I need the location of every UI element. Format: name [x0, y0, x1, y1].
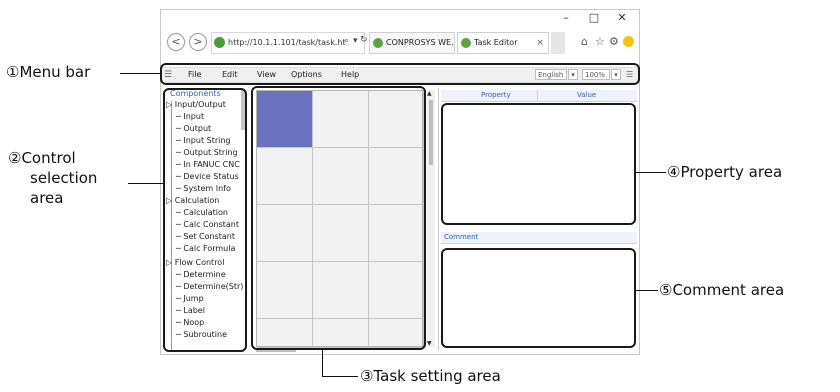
favorites-star-icon[interactable]: ☆	[595, 35, 605, 48]
task-setting-leader-v	[322, 350, 323, 376]
maximize-button[interactable]: □	[585, 11, 603, 25]
property-leader	[636, 172, 666, 173]
new-tab-button[interactable]	[551, 32, 565, 54]
smiley-icon[interactable]	[623, 36, 634, 47]
control-selection-callout	[163, 88, 247, 352]
control-selection-leader	[128, 183, 163, 184]
menu-bar-callout	[160, 63, 640, 85]
task-setting-leader-h	[322, 376, 358, 377]
address-bar[interactable]: http://10.1.1.101/task/task.ht	[211, 32, 365, 54]
task-setting-label: ③Task setting area	[360, 367, 501, 385]
panel-divider	[438, 88, 439, 350]
property-label: ④Property area	[667, 163, 783, 181]
comment-header: Comment	[441, 232, 637, 244]
close-tab-icon[interactable]: ×	[536, 33, 544, 53]
grid-scrollbar[interactable]: ▲ ▼	[427, 90, 435, 347]
task-setting-callout	[251, 86, 426, 350]
property-callout	[441, 103, 636, 225]
address-search-icon[interactable]: ⌕	[344, 36, 349, 46]
scroll-up-icon[interactable]: ▲	[427, 90, 432, 97]
site-icon	[373, 38, 383, 48]
value-column-header: Value	[577, 91, 597, 99]
header-divider	[537, 90, 538, 101]
back-button[interactable]: <	[167, 33, 185, 51]
scroll-down-icon[interactable]: ▼	[427, 340, 432, 347]
site-icon	[214, 37, 225, 48]
control-selection-label-3: area	[30, 189, 64, 207]
tab-label: CONPROSYS WE...	[386, 38, 455, 47]
title-bar: – □ ✕	[161, 10, 639, 28]
menu-bar-leader	[120, 73, 160, 74]
tab-task-editor[interactable]: Task Editor ×	[457, 32, 549, 54]
minimize-button[interactable]: –	[557, 11, 575, 25]
site-icon	[461, 38, 471, 48]
property-header: Property Value	[441, 90, 637, 102]
control-selection-label-1: ②Control	[8, 149, 76, 167]
tab-conprosys[interactable]: CONPROSYS WE...	[369, 32, 455, 54]
comment-callout	[441, 248, 636, 348]
navigation-bar: < > http://10.1.1.101/task/task.ht ⌕ ▾ ↻…	[161, 29, 639, 59]
control-selection-label-2: selection	[30, 169, 98, 187]
home-icon[interactable]: ⌂	[581, 35, 588, 48]
forward-button[interactable]: >	[189, 33, 207, 51]
comment-leader	[636, 290, 658, 291]
settings-gear-icon[interactable]: ⚙	[609, 35, 619, 48]
comment-header-label: Comment	[444, 233, 479, 241]
property-column-header: Property	[481, 91, 511, 99]
tab-label: Task Editor	[474, 38, 518, 47]
address-text: http://10.1.1.101/task/task.ht	[228, 38, 346, 47]
close-window-button[interactable]: ✕	[613, 11, 631, 25]
menu-bar-label: ①Menu bar	[6, 63, 91, 81]
scroll-thumb[interactable]	[429, 100, 433, 165]
address-dropdown-icon[interactable]: ▾	[353, 36, 358, 46]
comment-label: ⑤Comment area	[659, 281, 785, 299]
refresh-icon[interactable]: ↻	[360, 35, 368, 45]
